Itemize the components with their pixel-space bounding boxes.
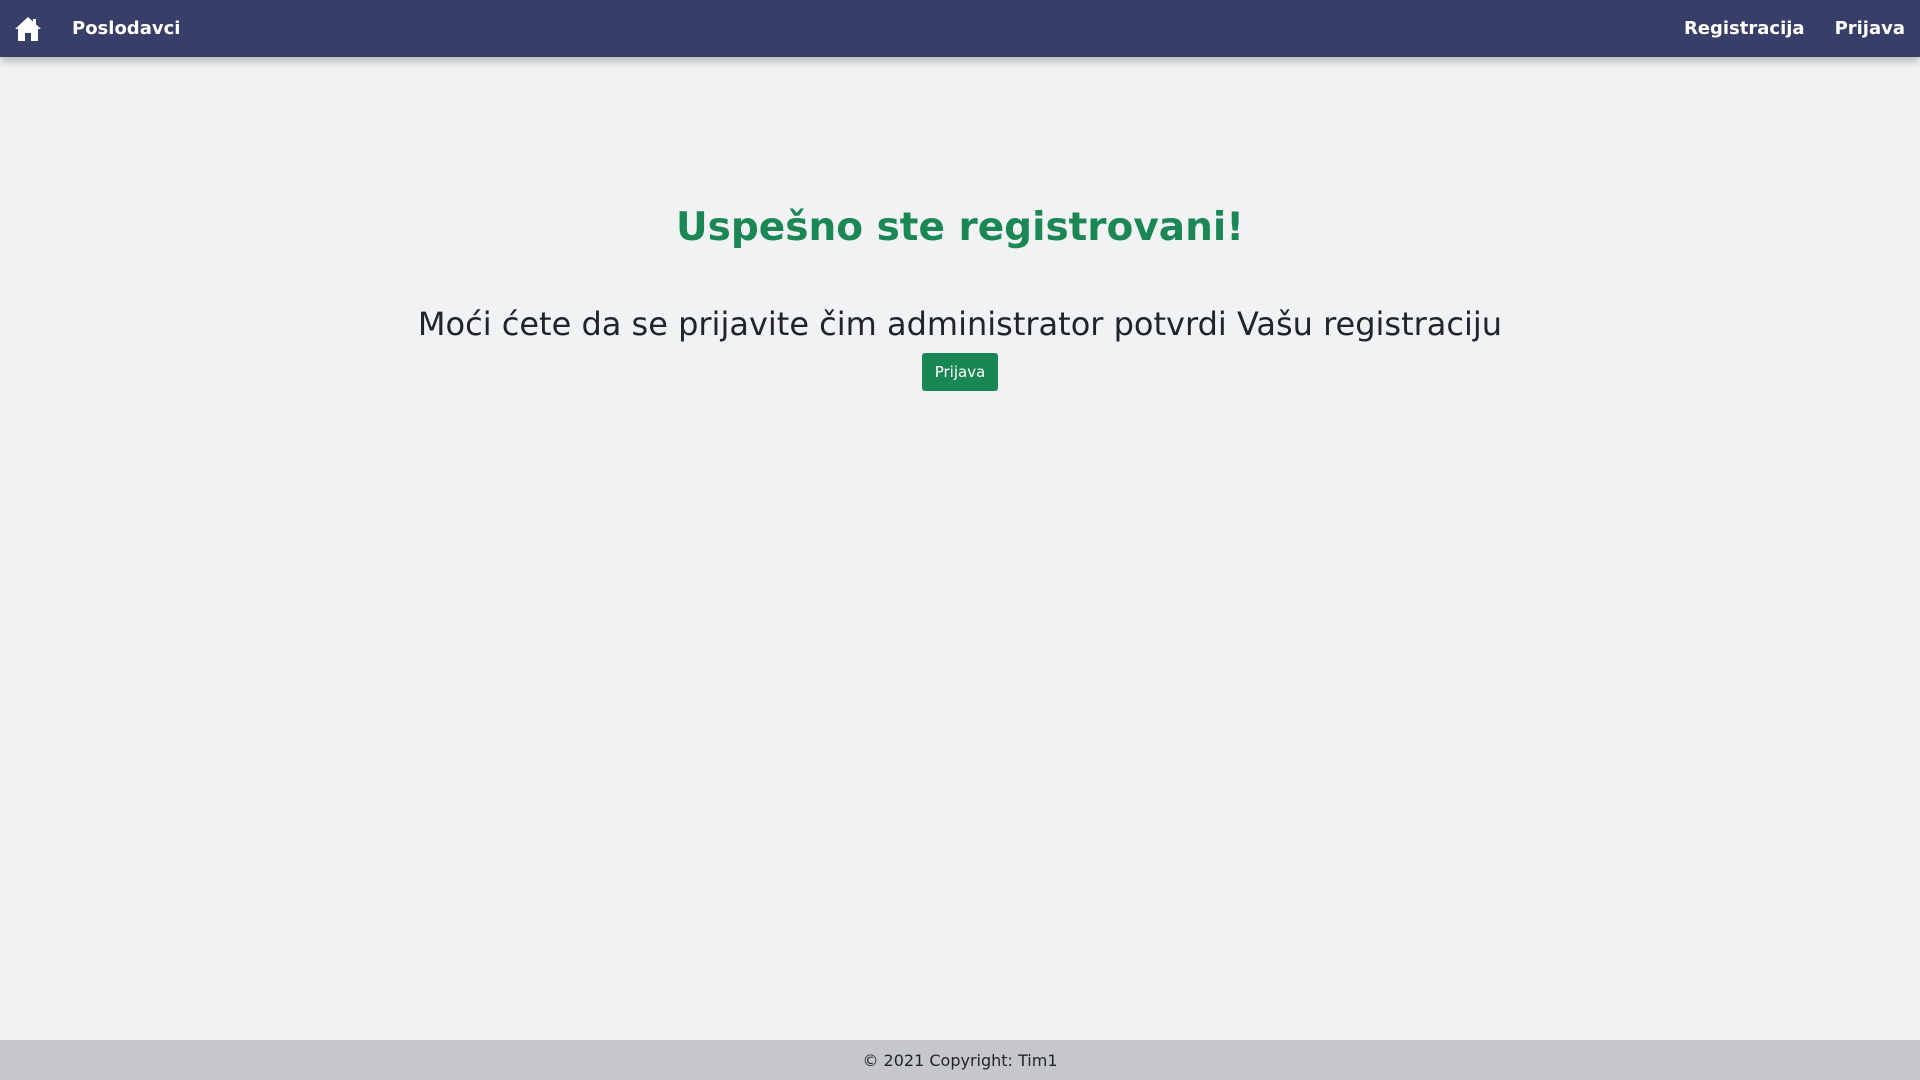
nav-link-login[interactable]: Prijava bbox=[1835, 18, 1905, 39]
top-navbar: Poslodavci Registracija Prijava bbox=[0, 0, 1920, 57]
login-button[interactable]: Prijava bbox=[922, 353, 998, 391]
footer: © 2021 Copyright: Tim1 bbox=[0, 1040, 1920, 1080]
home-icon bbox=[14, 16, 42, 42]
success-title: Uspešno ste registrovani! bbox=[676, 205, 1244, 250]
copyright-text: © 2021 Copyright: Tim1 bbox=[862, 1050, 1058, 1070]
registration-message: Moći ćete da se prijavite čim administra… bbox=[417, 305, 1503, 343]
nav-right: Registracija Prijava bbox=[1654, 18, 1905, 39]
home-link[interactable] bbox=[13, 14, 43, 44]
nav-link-register[interactable]: Registracija bbox=[1684, 18, 1805, 39]
main-content: Uspešno ste registrovani! Moći ćete da s… bbox=[0, 57, 1920, 1040]
brand-link[interactable]: Poslodavci bbox=[72, 18, 180, 39]
